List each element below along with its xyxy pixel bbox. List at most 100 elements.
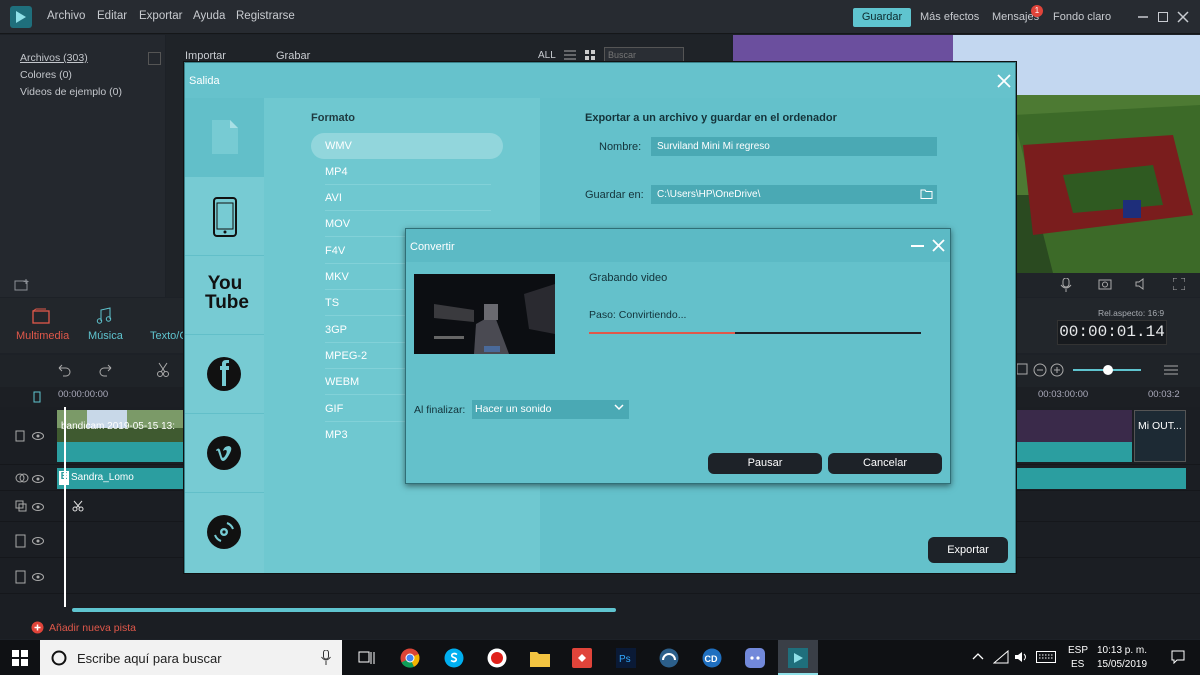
fullscreen-icon[interactable] bbox=[1173, 278, 1185, 290]
cd-app-icon[interactable]: CD bbox=[702, 648, 722, 668]
language-code[interactable]: ESP bbox=[1068, 645, 1088, 656]
playhead[interactable] bbox=[64, 407, 66, 607]
menu-editar[interactable]: Editar bbox=[97, 10, 127, 22]
microphone-icon[interactable] bbox=[321, 650, 331, 665]
filmora-icon[interactable] bbox=[788, 648, 808, 668]
zoom-out-icon[interactable] bbox=[1033, 363, 1047, 377]
anydesk-icon[interactable] bbox=[572, 648, 592, 668]
discord-icon[interactable] bbox=[745, 648, 765, 668]
tab-music[interactable]: Música bbox=[88, 330, 123, 342]
collapse-arrow-icon[interactable] bbox=[148, 52, 161, 65]
tab-text[interactable]: Texto/C bbox=[150, 330, 187, 342]
tab-multimedia[interactable]: Multimedia bbox=[16, 330, 69, 342]
target-vimeo[interactable] bbox=[185, 414, 264, 493]
network-icon[interactable] bbox=[993, 650, 1009, 664]
on-finish-select[interactable]: Hacer un sonido bbox=[472, 400, 629, 419]
taskbar-search-text[interactable]: Escribe aquí para buscar bbox=[77, 651, 222, 666]
format-wmv[interactable]: WMV bbox=[311, 133, 503, 159]
eye-icon[interactable] bbox=[32, 573, 44, 581]
clock-time[interactable]: 10:13 p. m. bbox=[1097, 645, 1147, 656]
keyboard-icon[interactable] bbox=[1036, 651, 1056, 663]
clock-date[interactable]: 15/05/2019 bbox=[1097, 659, 1147, 670]
scissors-icon[interactable] bbox=[72, 500, 84, 512]
library-item-samples[interactable]: Videos de ejemplo (0) bbox=[20, 86, 122, 98]
save-button[interactable]: Guardar bbox=[853, 8, 911, 27]
theme-toggle[interactable]: Fondo claro bbox=[1053, 8, 1111, 27]
target-youtube[interactable]: You Tube bbox=[185, 256, 264, 335]
clip-audio-wave-end[interactable] bbox=[1016, 442, 1132, 462]
redo-icon[interactable] bbox=[99, 363, 115, 377]
target-local[interactable] bbox=[185, 98, 264, 177]
filter-all[interactable]: ALL bbox=[538, 50, 556, 61]
import-dropdown[interactable]: Importar bbox=[185, 50, 226, 62]
list-view-icon[interactable] bbox=[564, 50, 576, 60]
bandicam-icon[interactable] bbox=[487, 648, 507, 668]
microphone-icon[interactable] bbox=[1060, 278, 1072, 292]
notifications-icon[interactable] bbox=[1171, 650, 1185, 664]
clip-end-label[interactable]: Mi OUT... bbox=[1138, 420, 1182, 432]
close-icon[interactable] bbox=[932, 239, 945, 252]
minimize-icon[interactable] bbox=[1137, 11, 1149, 23]
target-dvd[interactable] bbox=[185, 493, 264, 572]
marker-icon[interactable] bbox=[33, 391, 41, 403]
undo-icon[interactable] bbox=[55, 363, 71, 377]
menu-registrarse[interactable]: Registrarse bbox=[236, 10, 295, 22]
clip-audio-wave[interactable] bbox=[57, 442, 185, 462]
folder-icon[interactable] bbox=[920, 188, 933, 199]
windows-start-icon[interactable] bbox=[12, 650, 28, 666]
clip-thumbnail-end[interactable] bbox=[1016, 410, 1132, 442]
format-mp4[interactable]: MP4 bbox=[325, 159, 491, 185]
format-avi[interactable]: AVI bbox=[325, 185, 491, 211]
volume-icon[interactable] bbox=[1135, 278, 1149, 290]
timeline-scrollbar[interactable] bbox=[72, 608, 616, 612]
zoom-slider-handle[interactable] bbox=[1103, 365, 1113, 375]
chrome-icon[interactable] bbox=[400, 648, 420, 668]
scissors-icon[interactable] bbox=[156, 362, 170, 378]
search-input[interactable] bbox=[604, 47, 684, 63]
eye-icon[interactable] bbox=[32, 537, 44, 545]
chevron-up-icon[interactable] bbox=[972, 652, 984, 660]
snapshot-icon[interactable] bbox=[1098, 278, 1112, 290]
record-dropdown[interactable]: Grabar bbox=[276, 50, 310, 62]
add-track-button[interactable]: Añadir nueva pista bbox=[49, 622, 136, 634]
target-device[interactable] bbox=[185, 177, 264, 256]
menu-ayuda[interactable]: Ayuda bbox=[193, 10, 225, 22]
grid-view-icon[interactable] bbox=[585, 50, 595, 60]
eye-icon[interactable] bbox=[32, 475, 44, 483]
eye-icon[interactable] bbox=[32, 503, 44, 511]
clip-main-label[interactable]: bandicam 2019-05-15 13: bbox=[61, 421, 175, 432]
chevron-down-icon[interactable] bbox=[614, 404, 624, 411]
language-code-2[interactable]: ES bbox=[1071, 659, 1084, 670]
save-in-field[interactable]: C:\Users\HP\OneDrive\ bbox=[651, 185, 937, 204]
pause-button[interactable]: Pausar bbox=[708, 453, 822, 474]
zoom-fit-icon[interactable] bbox=[1016, 363, 1028, 375]
text-clip-label[interactable]: Sandra_Lomo bbox=[71, 472, 134, 483]
close-icon[interactable] bbox=[997, 74, 1011, 88]
headset-app-icon[interactable] bbox=[659, 648, 679, 668]
add-folder-icon[interactable] bbox=[14, 278, 30, 292]
menu-exportar[interactable]: Exportar bbox=[139, 10, 182, 22]
maximize-icon[interactable] bbox=[1157, 11, 1169, 23]
minimize-icon[interactable] bbox=[911, 245, 924, 248]
close-window-icon[interactable] bbox=[1177, 11, 1189, 23]
export-button[interactable]: Exportar bbox=[928, 537, 1008, 563]
zoom-in-icon[interactable] bbox=[1050, 363, 1064, 377]
photoshop-icon[interactable]: Ps bbox=[616, 648, 636, 668]
file-explorer-icon[interactable] bbox=[530, 649, 550, 667]
library-item-files[interactable]: Archivos (303) bbox=[20, 52, 88, 64]
volume-icon[interactable] bbox=[1014, 650, 1028, 664]
clip-end[interactable] bbox=[1134, 410, 1186, 462]
target-facebook[interactable] bbox=[185, 335, 264, 414]
text-clip-end[interactable] bbox=[1016, 468, 1186, 489]
more-effects-button[interactable]: Más efectos bbox=[920, 8, 979, 27]
add-track-icon[interactable] bbox=[31, 621, 44, 634]
name-field[interactable]: Surviland Mini Mi regreso bbox=[651, 137, 937, 156]
library-item-colors[interactable]: Colores (0) bbox=[20, 69, 72, 81]
menu-archivo[interactable]: Archivo bbox=[47, 10, 85, 22]
cancel-button[interactable]: Cancelar bbox=[828, 453, 942, 474]
task-view-icon[interactable] bbox=[357, 650, 375, 666]
aspect-ratio[interactable]: Rel.aspecto: 16:9 bbox=[1098, 308, 1164, 318]
eye-icon[interactable] bbox=[32, 432, 44, 440]
skype-icon[interactable] bbox=[444, 648, 464, 668]
menu-lines-icon[interactable] bbox=[1164, 364, 1178, 376]
